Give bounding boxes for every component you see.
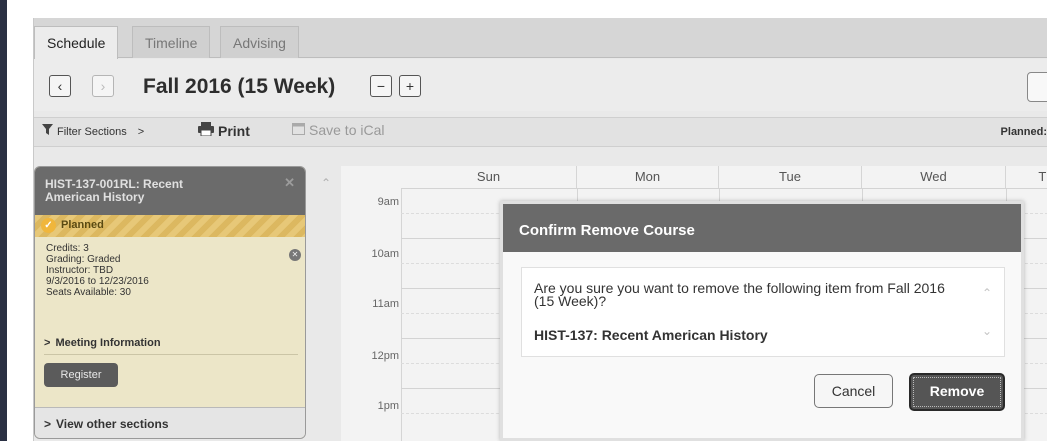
close-icon[interactable]: ✕ — [284, 176, 295, 189]
add-term-button[interactable]: + — [399, 75, 421, 97]
view-other-sections-label: View other sections — [56, 417, 169, 431]
meeting-information-label: Meeting Information — [55, 337, 161, 349]
credits-text: Credits: 3 — [46, 243, 89, 254]
funnel-icon — [42, 124, 53, 138]
planner-main: Schedule Timeline Advising ‹ › Fall 2016… — [33, 18, 1047, 441]
dialog-message: Are you sure you want to remove the foll… — [534, 280, 945, 309]
scroll-up-icon[interactable]: ⌃ — [321, 176, 331, 190]
filter-sections-button[interactable]: Filter Sections > — [42, 124, 144, 138]
print-label: Print — [218, 123, 250, 139]
scroll-down-icon[interactable]: ⌄ — [982, 324, 992, 338]
seats-available-text: Seats Available: 30 — [46, 287, 131, 298]
save-to-ical-button[interactable]: Save to iCal — [292, 122, 384, 138]
day-header-wed: Wed — [862, 166, 1006, 188]
day-header-sun: Sun — [401, 166, 577, 188]
time-label-9am: 9am — [377, 196, 399, 208]
time-label-1pm: 1pm — [377, 400, 399, 412]
check-icon: ✓ — [41, 218, 56, 233]
course-title: HIST-137-001RL: Recent American History — [45, 177, 184, 204]
grading-text: Grading: Graded — [46, 254, 121, 265]
chevron-right-icon: > — [44, 337, 51, 349]
day-header-thu: Th — [1038, 169, 1047, 184]
printer-icon — [198, 122, 214, 139]
tab-timeline[interactable]: Timeline — [132, 26, 211, 58]
calendar-icon — [292, 122, 305, 138]
window-edge — [0, 0, 7, 441]
dialog-course-item: HIST-137: Recent American History — [534, 327, 768, 343]
register-button[interactable]: Register — [44, 363, 118, 387]
tab-schedule[interactable]: Schedule — [34, 26, 119, 59]
planned-status-label: Planned — [61, 219, 104, 231]
day-header-mon: Mon — [577, 166, 719, 188]
grid-column — [401, 188, 402, 441]
toolbar: Filter Sections > Print Save to iCal Pla… — [34, 117, 1047, 147]
remove-course-icon[interactable]: ✕ — [289, 249, 301, 261]
course-details: Credits: 3 Grading: Graded Instructor: T… — [46, 243, 149, 298]
time-label-10am: 10am — [371, 248, 399, 260]
day-header-tue: Tue — [719, 166, 862, 188]
grid-line — [401, 188, 1047, 189]
dialog-body: Are you sure you want to remove the foll… — [521, 267, 1005, 357]
view-other-sections-toggle[interactable]: > View other sections — [35, 407, 305, 438]
filter-arrow: > — [137, 126, 145, 138]
meeting-information-toggle[interactable]: > Meeting Information — [44, 337, 161, 349]
page: Schedule Timeline Advising ‹ › Fall 2016… — [0, 0, 1047, 441]
chevron-right-icon: › — [100, 78, 106, 94]
instructor-text: Instructor: TBD — [46, 265, 114, 276]
time-label-12pm: 12pm — [371, 350, 399, 362]
time-label-11am: 11am — [372, 298, 399, 310]
term-title: Fall 2016 (15 Week) — [143, 75, 336, 98]
previous-term-button[interactable]: ‹ — [49, 75, 71, 97]
chevron-left-icon: ‹ — [57, 78, 63, 94]
print-button[interactable]: Print — [198, 122, 250, 139]
term-navigation: ‹ › Fall 2016 (15 Week) − + — [34, 59, 1047, 111]
course-card-header: HIST-137-001RL: Recent American History … — [35, 167, 305, 215]
confirm-remove-dialog: Confirm Remove Course Are you sure you w… — [500, 201, 1024, 441]
filter-sections-label: Filter Sections — [57, 126, 127, 138]
chevron-right-icon: > — [44, 417, 52, 431]
toolbar-right-button[interactable] — [1027, 72, 1047, 102]
next-term-button[interactable]: › — [92, 75, 114, 97]
tab-advising[interactable]: Advising — [220, 26, 299, 58]
save-to-ical-label: Save to iCal — [309, 122, 385, 138]
course-card: HIST-137-001RL: Recent American History … — [34, 166, 306, 439]
remove-button[interactable]: Remove — [909, 373, 1005, 411]
divider — [44, 354, 298, 355]
dialog-title: Confirm Remove Course — [503, 204, 1021, 252]
date-range-text: 9/3/2016 to 12/23/2016 — [46, 276, 149, 287]
planned-status-band: ✓ Planned — [35, 215, 305, 237]
minus-icon: − — [376, 78, 386, 94]
remove-term-button[interactable]: − — [370, 75, 392, 97]
plus-icon: + — [405, 78, 415, 94]
scroll-up-icon[interactable]: ⌃ — [982, 286, 992, 300]
cancel-button[interactable]: Cancel — [814, 374, 893, 408]
planned-credits-label: Planned: — [1000, 126, 1047, 138]
tab-bar: Schedule Timeline Advising — [34, 18, 1047, 59]
